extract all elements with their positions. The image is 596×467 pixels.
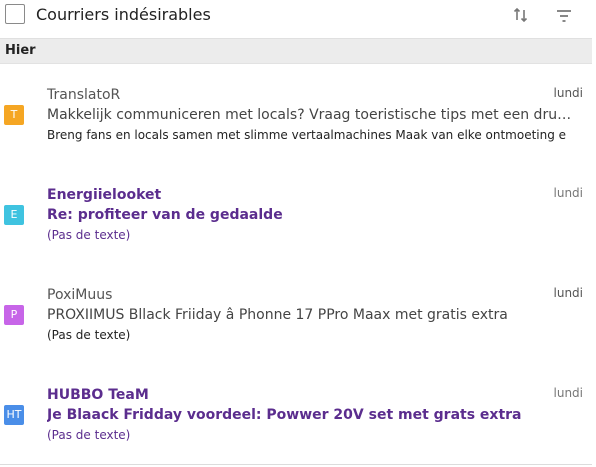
select-all-checkbox[interactable]	[5, 4, 25, 24]
message-subject: Re: profiteer van de gedaalde	[47, 207, 283, 223]
message-subject: Makkelijk communiceren met locals? Vraag…	[47, 107, 572, 123]
message-sender: PoxiMuus	[47, 287, 113, 303]
sender-avatar: E	[4, 205, 24, 225]
message-preview: Breng fans en locals samen met slimme ve…	[47, 128, 567, 142]
filter-icon[interactable]	[556, 9, 572, 23]
message-row[interactable]: T TranslatoR Makkelijk communiceren met …	[0, 64, 592, 165]
group-label: Hier	[5, 43, 36, 58]
message-date: lundi	[553, 286, 584, 300]
sender-avatar: HT	[4, 405, 24, 425]
message-sender: Energiielooket	[47, 187, 162, 203]
folder-title: Courriers indésirables	[36, 5, 211, 24]
date-group-header: Hier	[0, 38, 592, 64]
message-date: lundi	[553, 386, 584, 400]
message-row[interactable]: P PoxiMuus PROXIIMUS Bllack Friiday â Ph…	[0, 264, 592, 365]
sort-arrows-icon[interactable]	[513, 7, 529, 23]
message-sender: TranslatoR	[47, 87, 121, 103]
message-date: lundi	[553, 186, 584, 200]
message-date: lundi	[553, 86, 584, 100]
list-header: Courriers indésirables	[0, 0, 596, 38]
message-subject: Je Blaack Fridday voordeel: Powwer 20V s…	[47, 407, 522, 423]
message-preview: (Pas de texte)	[47, 328, 131, 342]
sender-avatar: T	[4, 105, 24, 125]
message-row[interactable]: HT HUBBO TeaM Je Blaack Fridday voordeel…	[0, 364, 592, 465]
message-row[interactable]: E Energiielooket Re: profiteer van de ge…	[0, 164, 592, 265]
message-sender: HUBBO TeaM	[47, 387, 149, 403]
message-preview: (Pas de texte)	[47, 228, 131, 242]
message-subject: PROXIIMUS Bllack Friiday â Phonne 17 PPr…	[47, 307, 508, 323]
message-preview: (Pas de texte)	[47, 428, 131, 442]
sender-avatar: P	[4, 305, 24, 325]
